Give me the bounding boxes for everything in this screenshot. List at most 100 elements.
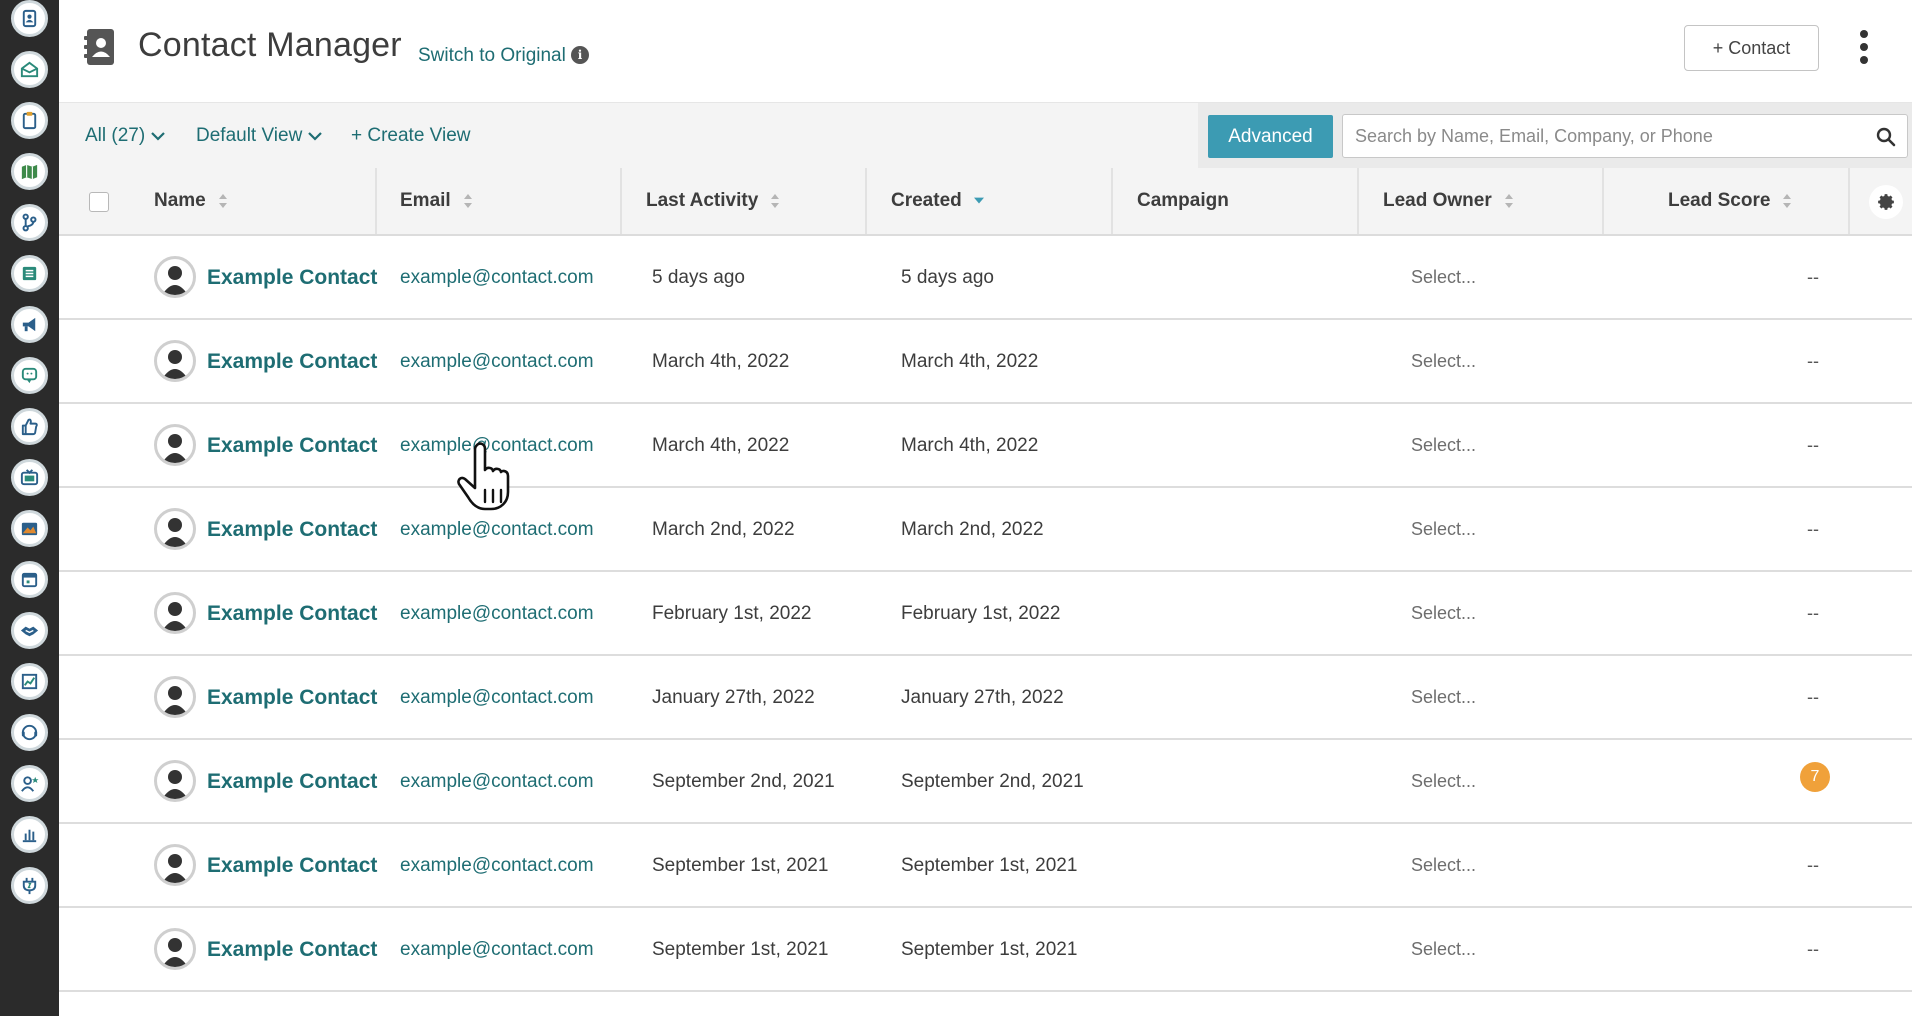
table-row[interactable]: Example Contact example@contact.com Februa… xyxy=(59,572,1912,656)
sidebar-item-plug[interactable] xyxy=(11,867,48,904)
view-dropdown[interactable]: Default View xyxy=(196,125,323,147)
table-row[interactable]: Example Contact example@contact.com March … xyxy=(59,404,1912,488)
address-book-icon xyxy=(84,29,114,65)
tv-icon xyxy=(20,469,39,486)
contact-email-link[interactable]: example@contact.com xyxy=(400,687,594,709)
contact-name-link[interactable]: Example Contact xyxy=(207,602,377,626)
sidebar-item-bar-chart[interactable] xyxy=(11,816,48,853)
sidebar-item-chat[interactable] xyxy=(11,357,48,394)
advanced-search-button[interactable]: Advanced xyxy=(1208,115,1333,158)
contact-email-link[interactable]: example@contact.com xyxy=(400,435,594,457)
gear-icon xyxy=(1878,194,1894,210)
user-star-icon xyxy=(21,776,39,792)
analytics-icon xyxy=(21,673,38,690)
lead-owner-select[interactable]: Select... xyxy=(1411,855,1476,876)
contact-email-link[interactable]: example@contact.com xyxy=(400,603,594,625)
column-label: Campaign xyxy=(1137,190,1229,211)
sidebar-item-map[interactable] xyxy=(11,153,48,190)
contact-name-link[interactable]: Example Contact xyxy=(207,686,377,710)
contact-email-link[interactable]: example@contact.com xyxy=(400,939,594,961)
table-row[interactable]: Example Contact example@contact.com March … xyxy=(59,488,1912,572)
lead-owner-select[interactable]: Select... xyxy=(1411,771,1476,792)
lead-owner-select[interactable]: Select... xyxy=(1411,939,1476,960)
table-row[interactable]: Example Contact example@contact.com 5 days… xyxy=(59,236,1912,320)
add-contact-button[interactable]: + Contact xyxy=(1684,25,1819,71)
search-icon[interactable] xyxy=(1876,127,1896,147)
lead-score: -- xyxy=(1807,687,1819,707)
page-header: Contact Manager Switch to Original i + C… xyxy=(59,0,1912,102)
lead-owner-select[interactable]: Select... xyxy=(1411,435,1476,456)
lead-owner-select[interactable]: Select... xyxy=(1411,351,1476,372)
contact-email-link[interactable]: example@contact.com xyxy=(400,267,594,289)
create-view-link[interactable]: + Create View xyxy=(351,125,471,147)
chat-icon xyxy=(21,367,38,384)
sidebar-item-tv[interactable] xyxy=(11,459,48,496)
sort-icon xyxy=(218,194,227,208)
person-icon xyxy=(162,602,188,631)
sidebar-item-calendar[interactable] xyxy=(11,561,48,598)
sidebar-item-analytics[interactable] xyxy=(11,663,48,700)
lead-owner-select[interactable]: Select... xyxy=(1411,267,1476,288)
column-header-created[interactable]: Created xyxy=(891,168,984,234)
lead-owner-select[interactable]: Select... xyxy=(1411,519,1476,540)
main-content: Contact Manager Switch to Original i + C… xyxy=(59,0,1912,1016)
table-row[interactable]: Example Contact example@contact.com Septem… xyxy=(59,824,1912,908)
avatar xyxy=(154,340,196,382)
filter-dropdown[interactable]: All (27) xyxy=(85,125,165,147)
sidebar-item-support[interactable] xyxy=(11,714,48,751)
column-header-lead-owner[interactable]: Lead Owner xyxy=(1383,168,1514,234)
contact-name-link[interactable]: Example Contact xyxy=(207,854,377,878)
table-row[interactable]: Example Contact example@contact.com Septem… xyxy=(59,908,1912,992)
column-header-campaign[interactable]: Campaign xyxy=(1137,168,1229,234)
person-icon xyxy=(162,518,188,547)
contact-name-link[interactable]: Example Contact xyxy=(207,266,377,290)
column-header-last-activity[interactable]: Last Activity xyxy=(646,168,780,234)
table-row[interactable]: Example Contact example@contact.com Septem… xyxy=(59,740,1912,824)
column-settings-button[interactable] xyxy=(1869,185,1903,219)
person-icon xyxy=(162,686,188,715)
table-row[interactable]: Example Contact example@contact.com Januar… xyxy=(59,656,1912,740)
contact-name-link[interactable]: Example Contact xyxy=(207,938,377,962)
select-all-checkbox[interactable] xyxy=(89,192,109,212)
column-header-name[interactable]: Name xyxy=(154,168,228,234)
app-sidebar xyxy=(0,0,59,1016)
lead-owner-select[interactable]: Select... xyxy=(1411,603,1476,624)
info-icon[interactable]: i xyxy=(571,46,589,64)
avatar xyxy=(154,760,196,802)
column-header-lead-score[interactable]: Lead Score xyxy=(1668,168,1792,234)
sidebar-item-user-star[interactable] xyxy=(11,765,48,802)
contact-email-link[interactable]: example@contact.com xyxy=(400,351,594,373)
last-activity: March 4th, 2022 xyxy=(652,351,790,372)
sidebar-item-branch[interactable] xyxy=(11,204,48,241)
search-input[interactable] xyxy=(1342,114,1908,158)
megaphone-icon xyxy=(22,317,36,332)
avatar xyxy=(154,424,196,466)
sidebar-item-megaphone[interactable] xyxy=(11,306,48,343)
column-header-email[interactable]: Email xyxy=(400,168,473,234)
lead-owner-select[interactable]: Select... xyxy=(1411,687,1476,708)
sidebar-item-inbox[interactable] xyxy=(11,51,48,88)
switch-to-original-link[interactable]: Switch to Original xyxy=(418,45,566,67)
sidebar-item-clipboard[interactable] xyxy=(11,102,48,139)
table-row[interactable]: Example Contact example@contact.com March … xyxy=(59,320,1912,404)
sidebar-item-list[interactable] xyxy=(11,255,48,292)
contact-email-link[interactable]: example@contact.com xyxy=(400,519,594,541)
contact-name-link[interactable]: Example Contact xyxy=(207,434,377,458)
sidebar-item-contacts[interactable] xyxy=(11,0,48,37)
created-date: September 2nd, 2021 xyxy=(901,771,1084,792)
clipboard-icon xyxy=(22,111,37,130)
sidebar-item-handshake[interactable] xyxy=(11,612,48,649)
sidebar-item-thumbs-up[interactable] xyxy=(11,408,48,445)
contact-name-link[interactable]: Example Contact xyxy=(207,350,377,374)
last-activity: September 1st, 2021 xyxy=(652,855,829,876)
avatar xyxy=(154,676,196,718)
contact-email-link[interactable]: example@contact.com xyxy=(400,855,594,877)
calendar-icon xyxy=(21,572,38,588)
contact-name-link[interactable]: Example Contact xyxy=(207,770,377,794)
sidebar-item-image[interactable] xyxy=(11,510,48,547)
contact-email-link[interactable]: example@contact.com xyxy=(400,771,594,793)
filter-dropdown-label: All (27) xyxy=(85,125,146,146)
contact-name-link[interactable]: Example Contact xyxy=(207,518,377,542)
person-icon xyxy=(162,854,188,883)
more-options-icon[interactable] xyxy=(1854,30,1874,64)
